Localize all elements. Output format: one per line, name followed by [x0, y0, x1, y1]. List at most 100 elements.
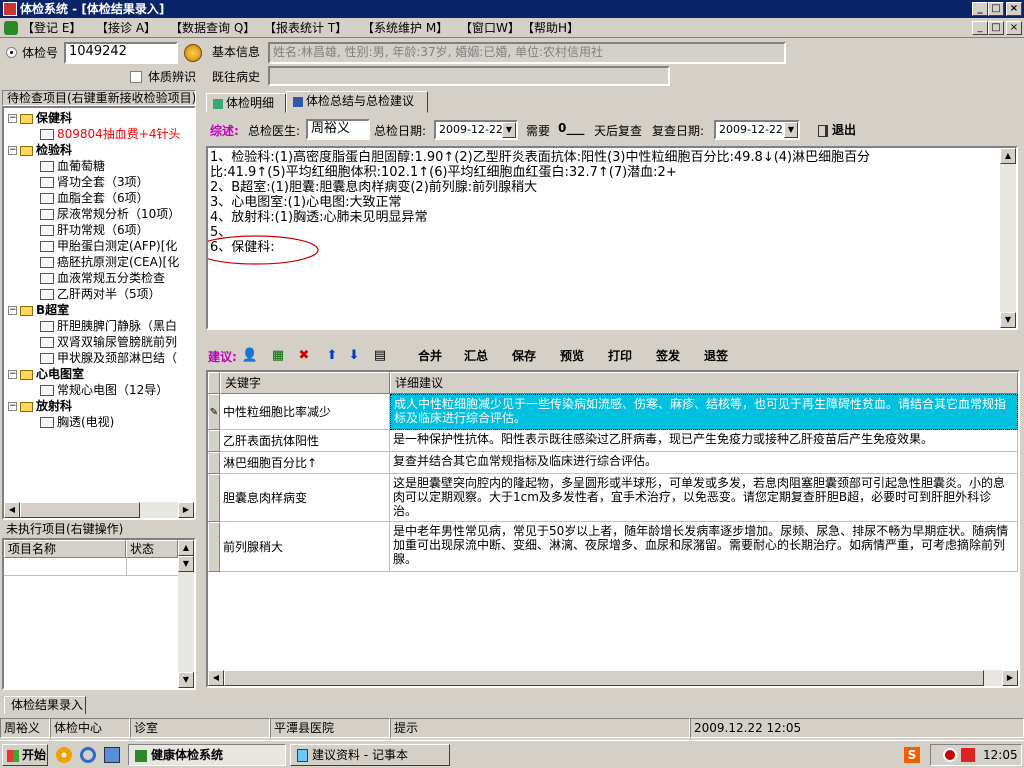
scroll-right-button[interactable]: ▶ — [178, 502, 194, 518]
recheck-date-dropdown-icon[interactable]: ▼ — [784, 122, 798, 138]
exam-no-input[interactable]: 1049242 — [64, 42, 178, 64]
need-days-value[interactable]: 0___ — [558, 121, 584, 135]
tree-item[interactable]: 血液常规五分类检查 — [40, 270, 165, 286]
desktop-icon[interactable] — [104, 747, 120, 763]
unsign-button[interactable]: 退签 — [704, 348, 728, 364]
advice-scroll-right[interactable]: ▶ — [1002, 670, 1018, 686]
row-indicator[interactable] — [208, 522, 220, 572]
advice-scroll-thumb[interactable] — [224, 670, 984, 686]
media-player-icon[interactable] — [56, 747, 72, 763]
scroll-up-button[interactable]: ▲ — [178, 540, 194, 556]
tree-item[interactable]: 甲状腺及颈部淋巴结（ — [40, 350, 177, 366]
row-indicator[interactable] — [208, 430, 220, 452]
tree-expander-icon[interactable]: − — [8, 114, 17, 123]
tree-folder[interactable]: − 心电图室 — [8, 366, 84, 382]
tree-folder[interactable]: − 放射科 — [8, 398, 72, 414]
col-detail[interactable]: 详细建议 — [390, 372, 1018, 394]
report-icon[interactable]: ▤ — [370, 346, 390, 366]
delete-advice-icon[interactable]: ✖ — [294, 346, 314, 366]
tree-item[interactable]: 常规心电图（12导） — [40, 382, 168, 398]
exit-button[interactable]: 退出 — [818, 122, 856, 140]
tree-item[interactable]: 血葡萄糖 — [40, 158, 105, 174]
move-up-icon[interactable]: ⬆ — [322, 346, 342, 366]
tab-exam-details[interactable]: 体检明细 — [206, 93, 286, 113]
exam-date-picker[interactable]: 2009-12-22 ▼ — [434, 120, 518, 140]
exam-date-dropdown-icon[interactable]: ▼ — [502, 122, 516, 138]
tree-expander-icon[interactable]: − — [8, 306, 17, 315]
maximize-button[interactable]: □ — [988, 2, 1004, 16]
history-field[interactable] — [268, 66, 670, 86]
row-indicator[interactable]: ✎ — [208, 394, 220, 430]
advice-hscrollbar[interactable]: ◀ ▶ — [208, 670, 1018, 686]
col-status[interactable]: 状态 — [126, 540, 178, 558]
advice-detail-cell[interactable]: 这是胆囊壁突向腔内的隆起物，多呈圆形或半球形，可单发或多发，若息肉阻塞胆囊颈部可… — [390, 474, 1018, 522]
tree-item[interactable]: 癌胚抗原测定(CEA)[化 — [40, 254, 179, 270]
constitution-checkbox[interactable] — [130, 71, 142, 83]
start-button[interactable]: 开始 — [2, 744, 48, 766]
task-notepad[interactable]: 建议资料 - 记事本 — [290, 744, 450, 766]
tree-hscrollbar[interactable]: ◀ ▶ — [4, 502, 194, 518]
lookup-icon[interactable] — [184, 44, 202, 62]
menu-window[interactable]: 【窗口W】 — [460, 20, 520, 36]
tree-item[interactable]: 809804抽血费+4针头 — [40, 126, 181, 142]
tree-folder[interactable]: − 保健科 — [8, 110, 72, 126]
tree-item[interactable]: 尿液常规分析（10项） — [40, 206, 180, 222]
tree-folder[interactable]: − B超室 — [8, 302, 69, 318]
advice-scroll-left[interactable]: ◀ — [208, 670, 224, 686]
advice-detail-cell[interactable]: 成人中性粒细胞减少见于一些传染病如流感、伤寒、麻疹、结核等，也可见于再生障碍性贫… — [390, 394, 1018, 430]
ime-icon[interactable]: S — [904, 747, 920, 763]
row-indicator[interactable] — [208, 452, 220, 474]
menu-reception[interactable]: 【接诊 A】 — [96, 20, 156, 36]
tree-expander-icon[interactable]: − — [8, 370, 17, 379]
scroll-down-button[interactable]: ▼ — [178, 556, 194, 572]
tree-item[interactable]: 肾功全套（3项） — [40, 174, 149, 190]
summary-scroll-down[interactable]: ▼ — [1000, 312, 1016, 328]
advice-keyword-cell[interactable]: 淋巴细胞百分比↑ — [220, 452, 390, 474]
recheck-date-picker[interactable]: 2009-12-22 ▼ — [714, 120, 800, 140]
advice-detail-cell[interactable]: 是中老年男性常见病，常见于50岁以上者，随年龄增长发病率逐步增加。尿频、尿急、排… — [390, 522, 1018, 572]
close-button[interactable]: × — [1006, 2, 1022, 16]
merge-button[interactable]: 合并 — [418, 348, 442, 364]
tree-item[interactable]: 胸透(电视) — [40, 414, 114, 430]
mdi-close-button[interactable]: × — [1006, 21, 1022, 35]
summary-textarea[interactable]: 1、检验科:(1)高密度脂蛋白胆固醇:1.90↑(2)乙型肝炎表面抗体:阳性(3… — [206, 146, 1018, 330]
tree-item[interactable]: 肝胆胰脾门静脉（黑白 — [40, 318, 177, 334]
advice-keyword-cell[interactable]: 胆囊息肉样病变 — [220, 474, 390, 522]
menu-maintenance[interactable]: 【系统维护 M】 — [362, 20, 448, 36]
advice-detail-cell[interactable]: 复查并结合其它血常规指标及临床进行综合评估。 — [390, 452, 1018, 474]
tray-shield-icon[interactable] — [961, 748, 975, 762]
mdi-restore-button[interactable]: □ — [988, 21, 1004, 35]
add-advice-icon[interactable]: ▦ — [268, 346, 288, 366]
task-health-system[interactable]: 健康体检系统 — [128, 744, 286, 766]
tree-item[interactable]: 乙肝两对半（5项） — [40, 286, 161, 302]
tree-expander-icon[interactable]: − — [8, 146, 17, 155]
tree-item[interactable]: 肝功常规（6项） — [40, 222, 149, 238]
tray-app-icon[interactable] — [943, 748, 957, 762]
ie-icon[interactable] — [80, 747, 96, 763]
doctor-icon[interactable]: 👤 — [240, 346, 260, 366]
menu-register[interactable]: 【登记 E】 — [22, 20, 81, 36]
advice-detail-cell[interactable]: 是一种保护性抗体。阳性表示既往感染过乙肝病毒，现已产生免疫力或接种乙肝疫苗后产生… — [390, 430, 1018, 452]
advice-keyword-cell[interactable]: 前列腺稍大 — [220, 522, 390, 572]
mdi-tab-exam-entry[interactable]: 体检结果录入 — [4, 696, 86, 714]
summary-vscrollbar[interactable]: ▲ ▼ — [1000, 148, 1016, 328]
sign-button[interactable]: 签发 — [656, 348, 680, 364]
tab-summary-advice[interactable]: 体检总结与总检建议 — [286, 91, 428, 113]
tree-item[interactable]: 甲胎蛋白测定(AFP)[化 — [40, 238, 177, 254]
col-item-name[interactable]: 项目名称 — [4, 540, 126, 558]
menu-query[interactable]: 【数据查询 Q】 — [170, 20, 255, 36]
scroll-thumb[interactable] — [20, 502, 140, 518]
summary-scroll-up[interactable]: ▲ — [1000, 148, 1016, 164]
tree-item[interactable]: 双肾双输尿管膀胱前列 — [40, 334, 177, 350]
menu-reports[interactable]: 【报表统计 T】 — [264, 20, 347, 36]
scroll-left-button[interactable]: ◀ — [4, 502, 20, 518]
print-button[interactable]: 打印 — [608, 348, 632, 364]
doctor-input[interactable]: 周裕义 — [306, 119, 370, 140]
scroll-down-button-end[interactable]: ▼ — [178, 672, 194, 688]
move-down-icon[interactable]: ⬇ — [344, 346, 364, 366]
save-button[interactable]: 保存 — [512, 348, 536, 364]
col-keyword[interactable]: 关键字 — [220, 372, 390, 394]
mdi-minimize-button[interactable]: _ — [972, 21, 988, 35]
minimize-button[interactable]: _ — [972, 2, 988, 16]
unexecuted-vscrollbar[interactable]: ▲ ▼ ▼ — [178, 540, 194, 688]
